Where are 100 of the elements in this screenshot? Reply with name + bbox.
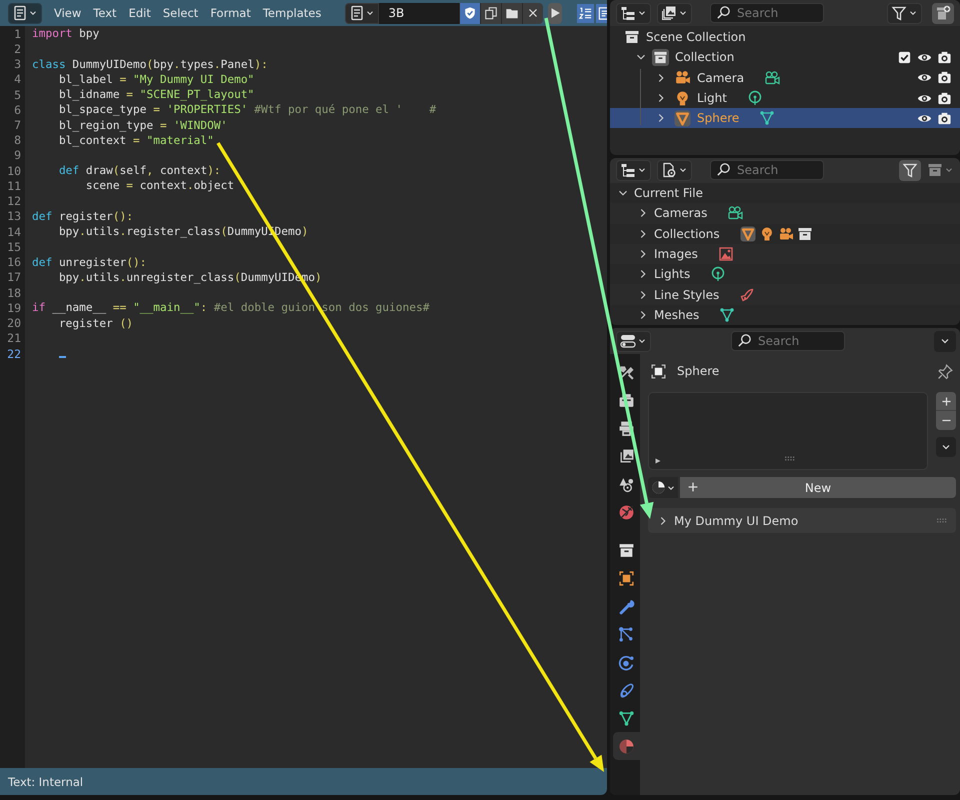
line-number: 7 [13, 118, 21, 132]
duplicate-button[interactable] [480, 2, 502, 24]
mesh-data-icon [759, 110, 776, 126]
add-slot-button[interactable] [936, 392, 956, 411]
outliner-row[interactable]: Camera [610, 68, 960, 88]
display-mode-button[interactable] [616, 160, 651, 181]
outliner-icon [620, 162, 636, 178]
menu-item[interactable]: Text [87, 3, 123, 23]
camera-icon [778, 226, 794, 242]
code-line: if __name__ == "__main__": #el doble guion son dos guiones# [32, 301, 430, 314]
slot-menu-button[interactable] [936, 437, 956, 457]
material-sphere-icon [618, 738, 635, 754]
line-number: 9 [13, 148, 21, 162]
render-camera-icon[interactable] [937, 70, 952, 86]
collection-icon [927, 162, 943, 178]
line-number: 4 [13, 72, 21, 86]
shapes-icon [618, 476, 635, 492]
collection-icon [653, 50, 668, 65]
line-numbers-toggle[interactable] [577, 4, 594, 22]
line-number: 14 [6, 224, 21, 239]
camera-data-icon [727, 205, 744, 222]
code-line: bl_idname = "SCENE_PT_layout" [58, 88, 254, 102]
line-number: 16 [6, 255, 21, 270]
display-mode-button[interactable] [616, 2, 651, 24]
panel-title: My Dummy UI Demo [674, 514, 798, 528]
triangle-icon [740, 226, 756, 242]
line-number: 13 [6, 209, 21, 224]
duplicate-icon [484, 6, 498, 20]
code-line: class DummyUIDemo(bpy.types.Panel): [32, 58, 268, 71]
unlink-button[interactable] [522, 2, 544, 24]
fake-user-button[interactable] [459, 2, 480, 24]
link-icon [618, 682, 635, 698]
menu-item[interactable]: View [48, 3, 88, 23]
line-numbers-icon [578, 6, 594, 20]
tree-item-label: Sphere [697, 111, 740, 126]
tree-item-label: Current File [634, 186, 703, 200]
search-field[interactable]: Search [731, 331, 845, 351]
square-icon [618, 570, 635, 586]
line-number: 19 [6, 300, 21, 315]
panel-header[interactable]: My Dummy UI Demo [648, 508, 956, 533]
material-browse-button[interactable] [648, 477, 678, 498]
collection-icon [618, 542, 635, 558]
search-field[interactable]: Search [710, 160, 824, 180]
material-sphere-icon [650, 480, 666, 495]
line-number: 17 [6, 270, 21, 284]
light-data-icon [710, 266, 726, 282]
new-collection-button[interactable] [932, 2, 954, 24]
text-browse-button[interactable] [345, 2, 380, 24]
filter-button[interactable] [887, 2, 922, 24]
render-camera-icon[interactable] [937, 50, 952, 65]
view-layer-button[interactable] [657, 2, 692, 24]
options-dropdown[interactable] [934, 330, 956, 352]
search-icon [716, 162, 731, 178]
editor-type-button[interactable] [8, 2, 42, 24]
tools-icon [618, 364, 635, 380]
line-number: 18 [6, 286, 21, 300]
orbit-icon [618, 654, 635, 670]
menu-item[interactable]: Edit [122, 3, 157, 23]
search-field[interactable]: Search [710, 3, 824, 23]
collection-icon [796, 226, 813, 242]
new-material-button[interactable]: New [680, 477, 956, 498]
text-editor-icon [12, 5, 28, 21]
mesh-data-icon [719, 306, 736, 323]
tree-item-label: Cameras [654, 206, 708, 220]
object-icon [650, 362, 667, 380]
editor-type-button[interactable] [616, 330, 651, 352]
run-script-button[interactable] [548, 2, 562, 24]
images-icon [661, 5, 677, 21]
printer-icon [618, 420, 635, 436]
render-camera-icon[interactable] [937, 110, 952, 126]
outliner-row[interactable]: Sphere [610, 108, 960, 128]
tree-item-label: Line Styles [654, 288, 720, 302]
code-line: scene = context.object [84, 179, 234, 192]
tree-item-label: Light [697, 91, 727, 106]
camera-data-icon [764, 70, 780, 86]
filter-icon [902, 162, 918, 178]
code-line: bl_label = "My Dummy UI Demo" [58, 72, 254, 86]
menu-item[interactable]: Templates [256, 3, 328, 23]
text-name-field[interactable]: 3B [379, 2, 460, 24]
code-line: def draw(self, context): [58, 164, 221, 178]
collection-icon [624, 29, 640, 46]
code-line: register () [58, 316, 134, 330]
blend-file-icon [661, 162, 677, 178]
line-number: 6 [13, 102, 21, 117]
line-number: 1 [13, 26, 21, 41]
menu-item[interactable]: Select [156, 3, 204, 23]
line-number: 15 [6, 240, 21, 254]
open-button[interactable] [501, 2, 522, 24]
line-number: 8 [13, 133, 21, 148]
search-icon [716, 5, 731, 20]
menu-item[interactable]: Format [204, 3, 257, 23]
globe-icon [618, 504, 635, 520]
filter-button[interactable] [899, 160, 921, 181]
code-line: import bpy [32, 27, 100, 40]
remove-slot-button[interactable] [936, 411, 956, 430]
render-camera-icon[interactable] [937, 90, 952, 106]
exclude-checkbox[interactable] [897, 50, 912, 65]
outliner-row[interactable]: Light [610, 88, 960, 108]
pin-icon[interactable] [937, 362, 954, 380]
file-mode-button[interactable] [657, 160, 692, 181]
